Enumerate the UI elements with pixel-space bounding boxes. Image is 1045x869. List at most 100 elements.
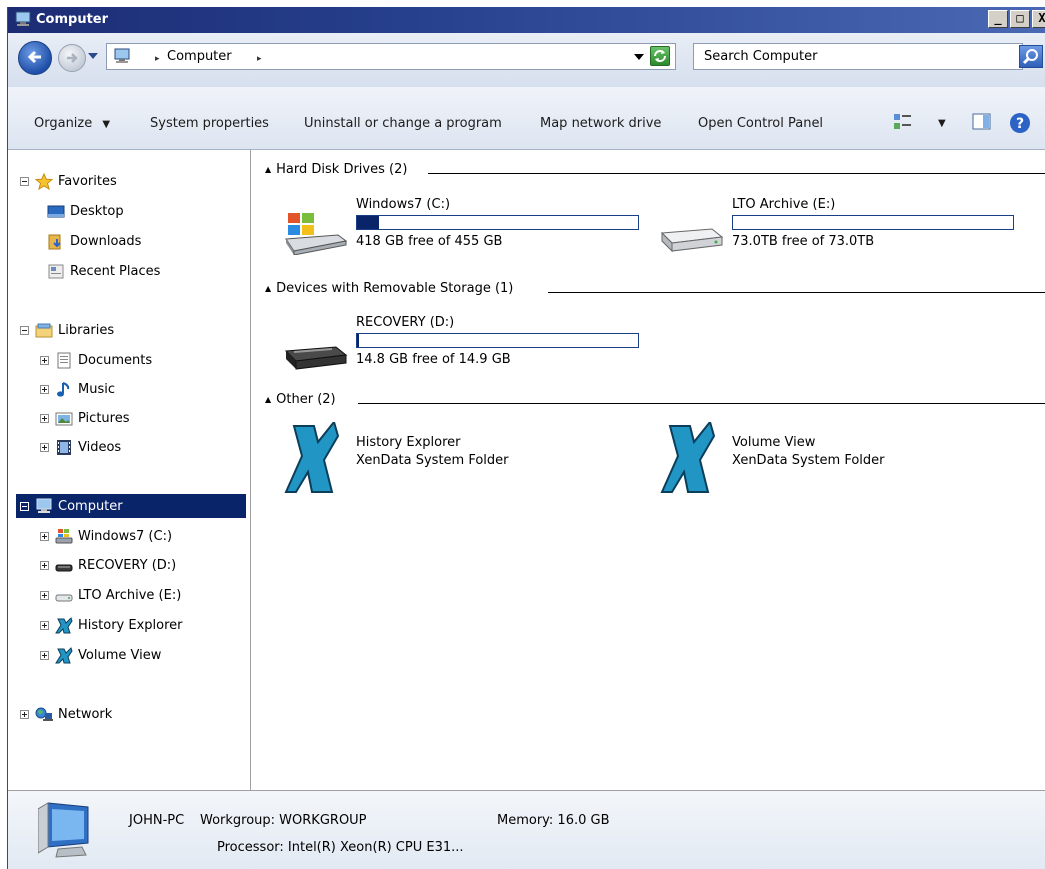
item-volume-view[interactable]: Volume View XenData System Folder [654, 422, 1024, 497]
expand-icon[interactable] [40, 442, 49, 452]
removable-drive-icon [55, 564, 73, 571]
expand-icon[interactable] [40, 560, 49, 570]
group-other-label: Other (2) [276, 392, 336, 407]
nav-history-explorer-label: History Explorer [78, 617, 183, 633]
drive-tile-c[interactable]: Windows7 (C:) 418 GB free of 455 GB [278, 197, 648, 259]
search-placeholder: Search Computer [704, 49, 818, 64]
nav-computer-label: Computer [58, 498, 123, 514]
close-button[interactable]: X [1032, 10, 1045, 28]
maximize-button[interactable]: □ [1010, 10, 1030, 28]
drive-name: Windows7 (C:) [356, 197, 451, 212]
search-input[interactable]: Search Computer [693, 43, 1023, 70]
expand-icon[interactable] [40, 620, 49, 630]
breadcrumb-computer[interactable]: Computer [167, 49, 232, 64]
drive-free-space: 418 GB free of 455 GB [356, 234, 503, 249]
refresh-button[interactable] [650, 46, 670, 66]
expand-icon[interactable] [40, 384, 49, 394]
nav-volume-view[interactable]: Volume View [40, 644, 161, 666]
collapse-caret-icon[interactable]: ▲ [265, 165, 271, 174]
collapse-icon[interactable] [20, 176, 29, 186]
desktop-icon [47, 205, 65, 217]
nav-history-explorer[interactable]: History Explorer [40, 614, 183, 636]
expand-icon[interactable] [40, 531, 49, 541]
search-icon [1022, 49, 1038, 65]
nav-drive-e[interactable]: LTO Archive (E:) [40, 584, 181, 606]
recent-places-icon [48, 264, 64, 278]
details-pane: JOHN-PC Workgroup: WORKGROUP Memory: 16.… [8, 790, 1045, 869]
organize-menu[interactable]: Organize ▼ [34, 116, 110, 131]
expand-icon[interactable] [20, 709, 29, 719]
nav-documents-label: Documents [78, 352, 153, 368]
computer-icon [114, 48, 130, 63]
nav-favorites-label: Favorites [58, 173, 117, 189]
nav-favorites[interactable]: Favorites [20, 170, 117, 192]
nav-computer[interactable]: Computer [16, 494, 246, 518]
uninstall-program-button[interactable]: Uninstall or change a program [304, 116, 502, 131]
nav-network[interactable]: Network [20, 703, 112, 725]
group-header-other[interactable]: ▲ Other (2) [265, 392, 336, 407]
computer-monitor-icon [38, 802, 89, 858]
drive-name: LTO Archive (E:) [732, 197, 836, 212]
open-control-panel-button[interactable]: Open Control Panel [698, 116, 823, 131]
expand-icon[interactable] [40, 413, 49, 423]
nav-libraries[interactable]: Libraries [20, 319, 114, 341]
computer-icon [15, 11, 31, 26]
xendata-icon [55, 646, 73, 663]
preview-pane-icon[interactable] [972, 112, 992, 132]
help-icon[interactable]: ? [1009, 112, 1031, 134]
nav-recent-places[interactable]: Recent Places [47, 260, 160, 282]
nav-libraries-label: Libraries [58, 322, 115, 338]
disk-usage-fill [357, 334, 359, 347]
refresh-icon [654, 50, 666, 62]
search-button[interactable] [1019, 45, 1043, 68]
group-divider [428, 173, 1045, 174]
breadcrumb-arrow-icon[interactable]: ▸ [257, 54, 262, 64]
back-button[interactable] [18, 41, 52, 75]
expand-icon[interactable] [40, 590, 49, 600]
expand-icon[interactable] [40, 355, 49, 365]
change-view-icon[interactable] [893, 112, 913, 132]
collapse-icon[interactable] [20, 325, 29, 335]
content-pane: ▲ Hard Disk Drives (2) Windows7 (C:) 418… [251, 150, 1045, 790]
drive-tile-e[interactable]: LTO Archive (E:) 73.0TB free of 73.0TB [654, 197, 1024, 259]
nav-drive-d[interactable]: RECOVERY (D:) [40, 554, 176, 576]
music-icon [57, 381, 70, 397]
group-header-removable[interactable]: ▲ Devices with Removable Storage (1) [265, 281, 513, 296]
minimize-button[interactable]: _ [988, 10, 1008, 28]
map-network-drive-button[interactable]: Map network drive [540, 116, 661, 131]
forward-button[interactable] [58, 44, 86, 72]
collapse-icon[interactable] [20, 501, 29, 511]
navigation-pane: Favorites Desktop Downloads Recent Place… [8, 150, 251, 790]
nav-pictures[interactable]: Pictures [40, 407, 129, 429]
hard-drive-icon [55, 594, 73, 601]
system-properties-button[interactable]: System properties [150, 116, 269, 131]
nav-downloads[interactable]: Downloads [47, 230, 141, 252]
nav-videos-label: Videos [78, 439, 122, 455]
nav-videos[interactable]: Videos [40, 436, 121, 458]
group-header-hdd[interactable]: ▲ Hard Disk Drives (2) [265, 162, 407, 177]
nav-documents[interactable]: Documents [40, 349, 152, 371]
drive-tile-d[interactable]: RECOVERY (D:) 14.8 GB free of 14.9 GB [278, 315, 648, 377]
view-dropdown-icon[interactable]: ▼ [938, 118, 946, 129]
explorer-window: Computer _ □ X ▸ Computer ▸ Search Compu… [7, 7, 1045, 869]
group-hdd-label: Hard Disk Drives (2) [276, 162, 408, 177]
title-bar[interactable]: Computer _ □ X [8, 7, 1045, 33]
collapse-caret-icon[interactable]: ▲ [265, 395, 271, 404]
address-dropdown[interactable] [634, 54, 644, 60]
nav-desktop[interactable]: Desktop [47, 200, 124, 222]
nav-network-label: Network [58, 706, 113, 722]
nav-desktop-label: Desktop [70, 203, 124, 219]
svg-text:?: ? [1016, 116, 1024, 132]
pictures-icon [55, 412, 73, 425]
nav-drive-c[interactable]: Windows7 (C:) [40, 525, 172, 547]
address-box[interactable]: ▸ Computer ▸ [106, 43, 676, 70]
nav-recent-places-label: Recent Places [70, 263, 161, 279]
nav-music[interactable]: Music [40, 378, 115, 400]
recent-pages-dropdown[interactable] [88, 53, 98, 59]
disk-usage-bar [356, 333, 639, 348]
item-history-explorer[interactable]: History Explorer XenData System Folder [278, 422, 648, 497]
collapse-caret-icon[interactable]: ▲ [265, 284, 271, 293]
expand-icon[interactable] [40, 650, 49, 660]
breadcrumb-arrow-icon[interactable]: ▸ [155, 54, 160, 64]
item-type: XenData System Folder [356, 453, 509, 468]
